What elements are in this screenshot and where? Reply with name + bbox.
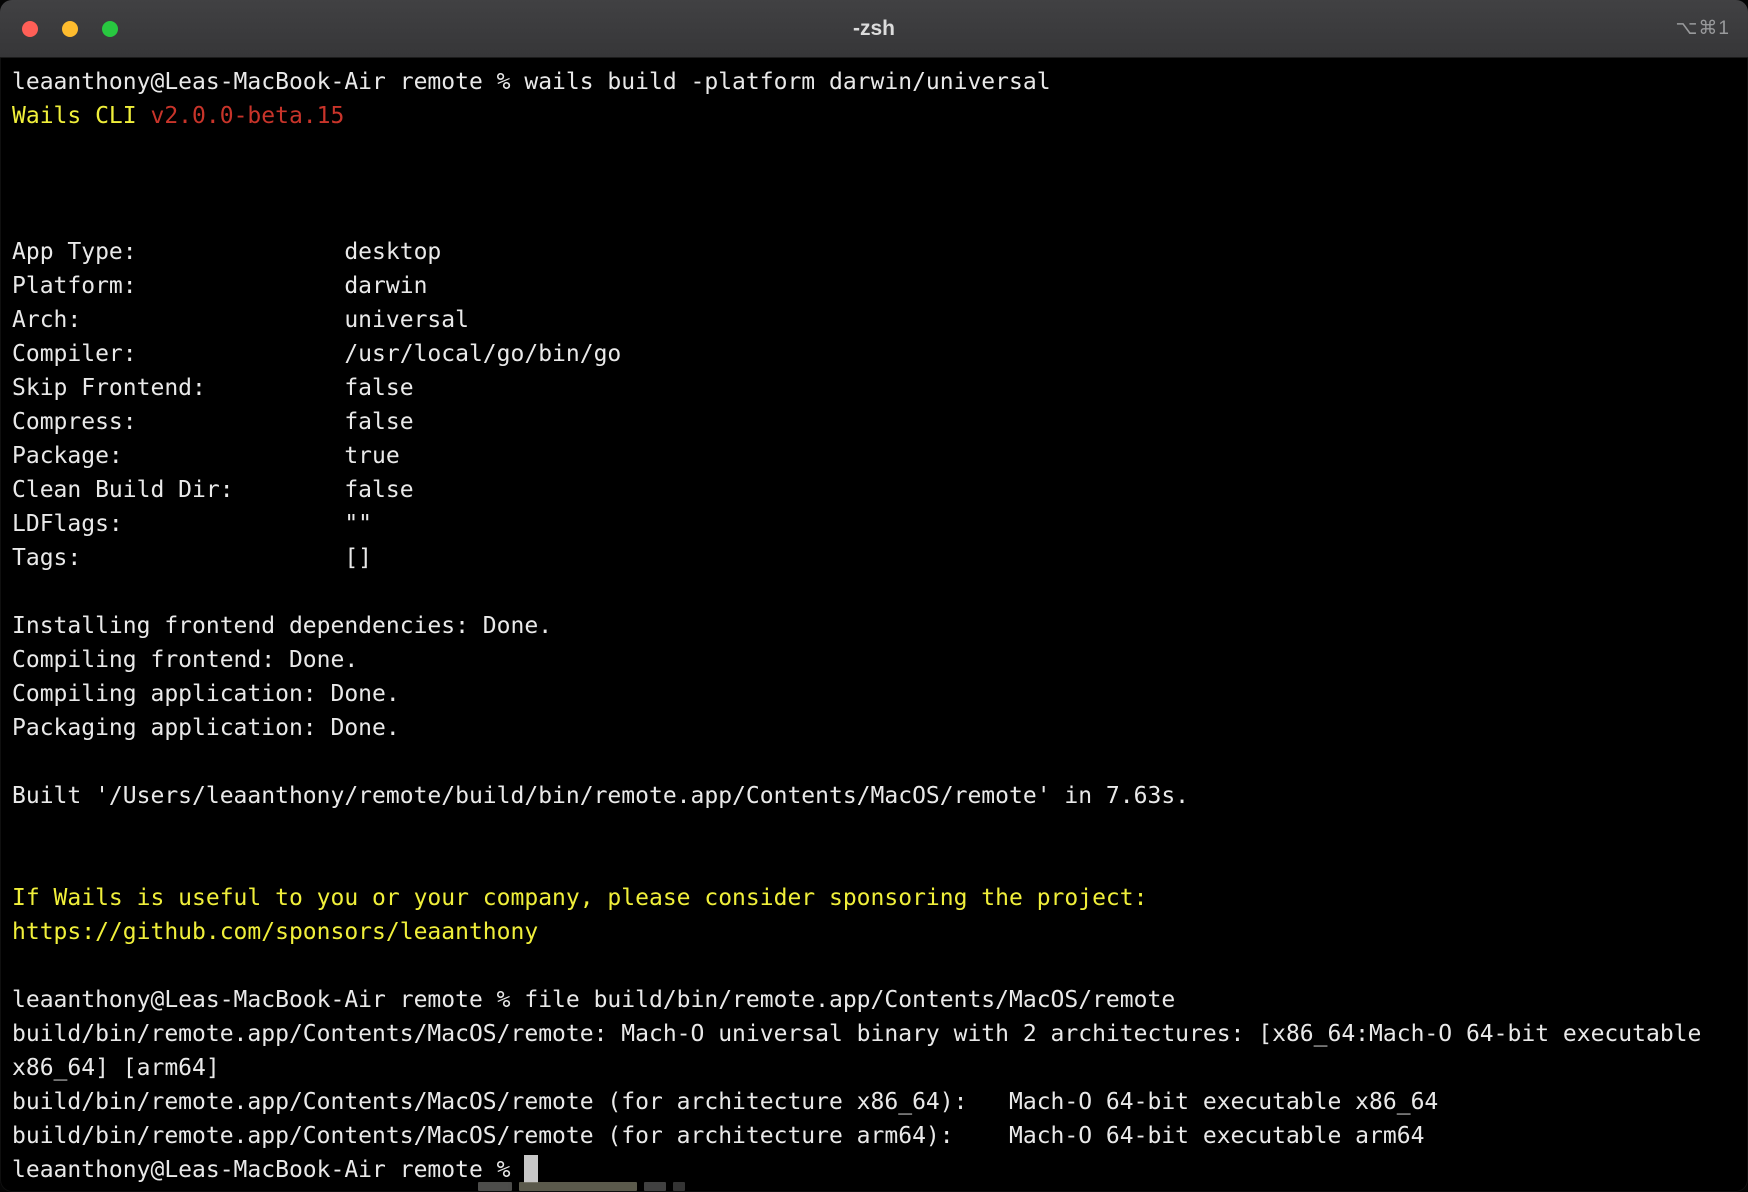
- terminal-line: [12, 575, 1736, 609]
- terminal-line: Package: true: [12, 439, 1736, 473]
- terminal-line: Compress: false: [12, 405, 1736, 439]
- terminal-line: leaanthony@Leas-MacBook-Air remote % fil…: [12, 983, 1736, 1017]
- terminal-text: build/bin/remote.app/Contents/MacOS/remo…: [12, 1021, 1701, 1047]
- terminal-text: Clean Build Dir: false: [12, 477, 414, 503]
- terminal-text: Compiler: /usr/local/go/bin/go: [12, 341, 621, 367]
- window-title: -zsh: [0, 17, 1748, 41]
- terminal-line: [12, 813, 1736, 847]
- terminal-text: Skip Frontend: false: [12, 375, 414, 401]
- terminal-text: build/bin/remote.app/Contents/MacOS/remo…: [12, 1089, 1438, 1115]
- terminal-line: Installing frontend dependencies: Done.: [12, 609, 1736, 643]
- minimize-button[interactable]: [62, 21, 78, 37]
- zoom-button[interactable]: [102, 21, 118, 37]
- terminal-text: Compiling application: Done.: [12, 681, 400, 707]
- terminal-line: leaanthony@Leas-MacBook-Air remote % wai…: [12, 65, 1736, 99]
- terminal-text: LDFlags: "": [12, 511, 372, 537]
- terminal-line: Arch: universal: [12, 303, 1736, 337]
- terminal-text: x86_64] [arm64]: [12, 1055, 220, 1081]
- wails-cli-label: Wails CLI: [12, 103, 150, 129]
- terminal-text: Installing frontend dependencies: Done.: [12, 613, 552, 639]
- terminal-text: Tags: []: [12, 545, 372, 571]
- terminal-line: Platform: darwin: [12, 269, 1736, 303]
- terminal-line: build/bin/remote.app/Contents/MacOS/remo…: [12, 1017, 1736, 1051]
- terminal-line: Clean Build Dir: false: [12, 473, 1736, 507]
- terminal-window: -zsh ⌥⌘1 leaanthony@Leas-MacBook-Air rem…: [0, 0, 1748, 1192]
- terminal-text: Compress: false: [12, 409, 414, 435]
- terminal-line: Compiling application: Done.: [12, 677, 1736, 711]
- terminal-line: Compiling frontend: Done.: [12, 643, 1736, 677]
- terminal-text: Compiling frontend: Done.: [12, 647, 358, 673]
- wails-version: v2.0.0-beta.15: [150, 103, 344, 129]
- terminal-line: [12, 133, 1736, 167]
- terminal-line: [12, 167, 1736, 201]
- terminal-line: x86_64] [arm64]: [12, 1051, 1736, 1085]
- terminal-line: [12, 949, 1736, 983]
- terminal-line: Built '/Users/leaanthony/remote/build/bi…: [12, 779, 1736, 813]
- terminal-line: https://github.com/sponsors/leaanthony: [12, 915, 1736, 949]
- terminal-line: LDFlags: "": [12, 507, 1736, 541]
- terminal-text: leaanthony@Leas-MacBook-Air remote % wai…: [12, 69, 1051, 95]
- terminal-line: Compiler: /usr/local/go/bin/go: [12, 337, 1736, 371]
- terminal-text: Arch: universal: [12, 307, 469, 333]
- traffic-lights: [22, 0, 118, 57]
- terminal-line: Tags: []: [12, 541, 1736, 575]
- terminal-line: [12, 745, 1736, 779]
- terminal-line: build/bin/remote.app/Contents/MacOS/remo…: [12, 1085, 1736, 1119]
- close-button[interactable]: [22, 21, 38, 37]
- terminal-line: Wails CLI v2.0.0-beta.15: [12, 99, 1736, 133]
- terminal-line: Skip Frontend: false: [12, 371, 1736, 405]
- terminal-text: Package: true: [12, 443, 400, 469]
- terminal-line: If Wails is useful to you or your compan…: [12, 881, 1736, 915]
- window-titlebar[interactable]: -zsh ⌥⌘1: [0, 0, 1748, 58]
- window-shortcut-hint: ⌥⌘1: [1676, 0, 1730, 57]
- terminal-line: [12, 201, 1736, 235]
- terminal-line: build/bin/remote.app/Contents/MacOS/remo…: [12, 1119, 1736, 1153]
- sponsor-link[interactable]: https://github.com/sponsors/leaanthony: [12, 919, 538, 945]
- terminal-text: build/bin/remote.app/Contents/MacOS/remo…: [12, 1123, 1424, 1149]
- terminal-line: leaanthony@Leas-MacBook-Air remote %: [12, 1153, 1736, 1187]
- terminal-text: leaanthony@Leas-MacBook-Air remote % fil…: [12, 987, 1175, 1013]
- terminal-line: [12, 847, 1736, 881]
- terminal-text: Built '/Users/leaanthony/remote/build/bi…: [12, 783, 1189, 809]
- terminal-text: Platform: darwin: [12, 273, 427, 299]
- terminal-text: Packaging application: Done.: [12, 715, 400, 741]
- terminal-line: Packaging application: Done.: [12, 711, 1736, 745]
- terminal-text: leaanthony@Leas-MacBook-Air remote %: [12, 1157, 524, 1183]
- terminal-screen[interactable]: leaanthony@Leas-MacBook-Air remote % wai…: [0, 58, 1748, 1192]
- terminal-cursor: [524, 1155, 538, 1183]
- background-window-fragment: [478, 1180, 685, 1191]
- sponsor-message: If Wails is useful to you or your compan…: [12, 885, 1147, 911]
- terminal-text: App Type: desktop: [12, 239, 441, 265]
- terminal-line: App Type: desktop: [12, 235, 1736, 269]
